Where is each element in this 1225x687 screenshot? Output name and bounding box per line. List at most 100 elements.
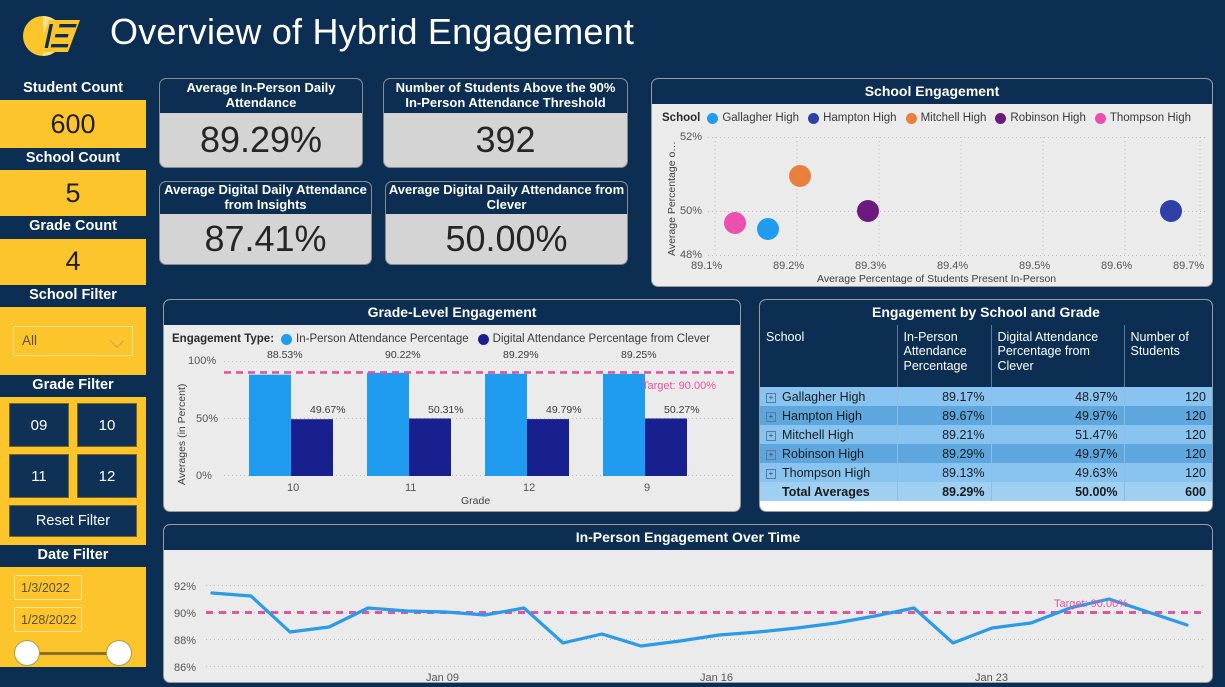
matrix-col-in-person[interactable]: In-Person Attendance Percentage bbox=[897, 325, 992, 387]
matrix-cell-school[interactable]: + Hampton High bbox=[760, 406, 898, 425]
table-row[interactable]: + Robinson High 89.29% 49.97% 120 bbox=[760, 444, 1212, 463]
kpi-card-avg-digital-clever: Average Digital Daily Attendance from Cl… bbox=[385, 181, 628, 265]
matrix-cell-in-person: 89.67% bbox=[897, 406, 992, 425]
matrix-col-digital[interactable]: Digital Attendance Percentage from Cleve… bbox=[991, 325, 1125, 387]
grade-button-12[interactable]: 12 bbox=[77, 454, 137, 499]
bar-digital-9 bbox=[645, 418, 687, 476]
scatter-x-tick: 89.2% bbox=[773, 260, 805, 272]
scatter-x-tick: 89.1% bbox=[691, 260, 723, 272]
reset-filter-button[interactable]: Reset Filter bbox=[9, 505, 137, 538]
scatter-x-tick: 89.5% bbox=[1019, 260, 1051, 272]
kpi-value: 50.00% bbox=[445, 218, 568, 259]
line-x-tick: Jan 23 bbox=[975, 672, 1009, 683]
chevron-down-icon bbox=[111, 334, 124, 347]
dashboard-root: Overview of Hybrid Engagement Student Co… bbox=[0, 0, 1225, 687]
grade-button-10[interactable]: 10 bbox=[77, 403, 137, 448]
expand-icon[interactable]: + bbox=[766, 392, 776, 403]
kpi-value: 89.29% bbox=[199, 119, 323, 160]
bar-digital-12 bbox=[527, 419, 569, 476]
matrix-col-school[interactable]: School bbox=[760, 325, 898, 387]
matrix-cell-digital: 48.97% bbox=[991, 387, 1125, 406]
bar-x-tick: 10 bbox=[287, 482, 300, 494]
matrix-col-students[interactable]: Number of Students bbox=[1124, 325, 1212, 387]
legend-item-thompson[interactable]: Thompson High bbox=[1094, 112, 1191, 124]
matrix-total-row: Total Averages 89.29% 50.00% 600 bbox=[760, 482, 1212, 501]
scatter-x-axis-title: Average Percentage of Students Present I… bbox=[817, 273, 1057, 285]
bar-y-tick: 50% bbox=[196, 413, 219, 425]
table-row[interactable]: + Thompson High 89.13% 49.63% 120 bbox=[760, 463, 1212, 482]
student-count-card: 600 bbox=[0, 100, 146, 149]
legend-item-hampton[interactable]: Hampton High bbox=[808, 112, 897, 124]
student-count-value: 600 bbox=[50, 108, 96, 139]
matrix-total-students: 600 bbox=[1124, 482, 1212, 501]
matrix-cell-students: 120 bbox=[1124, 444, 1212, 463]
kpi-title: Average In-Person Daily Attendance bbox=[160, 79, 362, 113]
scatter-x-tick: 89.7% bbox=[1173, 260, 1205, 272]
legend-label: Hampton High bbox=[823, 112, 897, 124]
legend-item-in-person[interactable]: In-Person Attendance Percentage bbox=[281, 333, 469, 345]
matrix-cell-school[interactable]: + Thompson High bbox=[760, 463, 898, 482]
matrix-header-row: School In-Person Attendance Percentage D… bbox=[760, 325, 1212, 387]
legend-item-gallagher[interactable]: Gallagher High bbox=[707, 112, 799, 124]
kpi-card-students-above-threshold: Number of Students Above the 90% In-Pers… bbox=[383, 78, 628, 168]
date-range-slider[interactable] bbox=[14, 639, 132, 667]
matrix-school-name: Hampton High bbox=[782, 408, 862, 423]
matrix-school-name: Mitchell High bbox=[782, 427, 854, 442]
date-start-field[interactable]: 1/3/2022 bbox=[14, 575, 82, 601]
matrix-cell-students: 120 bbox=[1124, 387, 1212, 406]
grade-level-title: Grade-Level Engagement bbox=[164, 300, 740, 325]
legend-swatch-icon bbox=[905, 112, 917, 124]
table-row[interactable]: + Gallagher High 89.17% 48.97% 120 bbox=[760, 387, 1212, 406]
matrix-total-digital: 50.00% bbox=[991, 482, 1125, 501]
matrix-cell-in-person: 89.29% bbox=[897, 444, 992, 463]
scatter-y-tick: 52% bbox=[680, 131, 703, 143]
legend-swatch-icon bbox=[477, 333, 489, 345]
legend-item-mitchell[interactable]: Mitchell High bbox=[905, 112, 987, 124]
matrix-cell-school[interactable]: + Robinson High bbox=[760, 444, 898, 463]
legend-swatch-icon bbox=[995, 112, 1007, 124]
matrix-total-in-person: 89.29% bbox=[897, 482, 992, 501]
slider-handle-left[interactable] bbox=[14, 640, 40, 667]
matrix-title: Engagement by School and Grade bbox=[760, 300, 1212, 325]
student-count-label: Student Count bbox=[0, 78, 146, 101]
table-row[interactable]: + Mitchell High 89.21% 51.47% 120 bbox=[760, 425, 1212, 444]
grade-button-11[interactable]: 11 bbox=[9, 454, 69, 499]
matrix-cell-in-person: 89.17% bbox=[897, 387, 992, 406]
bar-plot-area bbox=[224, 361, 734, 476]
matrix-cell-school[interactable]: + Gallagher High bbox=[760, 387, 898, 406]
legend-item-robinson[interactable]: Robinson High bbox=[995, 112, 1086, 124]
expand-icon[interactable]: + bbox=[766, 449, 776, 460]
legend-swatch-icon bbox=[808, 112, 820, 124]
legend-label: Mitchell High bbox=[920, 112, 987, 124]
scatter-y-tick: 50% bbox=[680, 205, 703, 217]
bar-label-digital: 49.79% bbox=[546, 404, 582, 416]
expand-icon[interactable]: + bbox=[766, 411, 776, 422]
bar-x-tick: 12 bbox=[523, 482, 536, 494]
legend-item-digital[interactable]: Digital Attendance Percentage from Cleve… bbox=[477, 333, 710, 345]
matrix-cell-school[interactable]: + Mitchell High bbox=[760, 425, 898, 444]
school-filter-dropdown[interactable]: All bbox=[13, 325, 133, 356]
school-filter-value: All bbox=[22, 333, 38, 349]
bar-label-digital: 50.31% bbox=[428, 404, 464, 416]
page-title: Overview of Hybrid Engagement bbox=[110, 11, 635, 52]
matrix-cell-students: 120 bbox=[1124, 425, 1212, 444]
matrix-cell-students: 120 bbox=[1124, 463, 1212, 482]
bar-label-in-person: 90.22% bbox=[385, 349, 421, 361]
slider-handle-right[interactable] bbox=[106, 640, 132, 667]
kpi-title: Number of Students Above the 90% In-Pers… bbox=[384, 79, 627, 113]
bar-y-tick: 0% bbox=[196, 470, 212, 482]
line-x-tick: Jan 09 bbox=[426, 672, 460, 683]
date-end-field[interactable]: 1/28/2022 bbox=[14, 607, 82, 633]
legend-swatch-icon bbox=[281, 333, 293, 345]
line-y-tick: 92% bbox=[174, 581, 197, 593]
expand-icon[interactable]: + bbox=[766, 430, 776, 441]
kpi-title: Average Digital Daily Attendance from In… bbox=[160, 182, 371, 214]
grade-button-09[interactable]: 09 bbox=[9, 403, 69, 448]
scatter-point-gallagher bbox=[757, 218, 779, 240]
school-filter-card: All bbox=[0, 306, 146, 375]
expand-icon[interactable]: + bbox=[766, 468, 776, 479]
scatter-point-mitchell bbox=[789, 165, 811, 187]
over-time-title: In-Person Engagement Over Time bbox=[164, 525, 1212, 550]
table-row[interactable]: + Hampton High 89.67% 49.97% 120 bbox=[760, 406, 1212, 425]
engagement-matrix-table: School In-Person Attendance Percentage D… bbox=[760, 325, 1212, 501]
